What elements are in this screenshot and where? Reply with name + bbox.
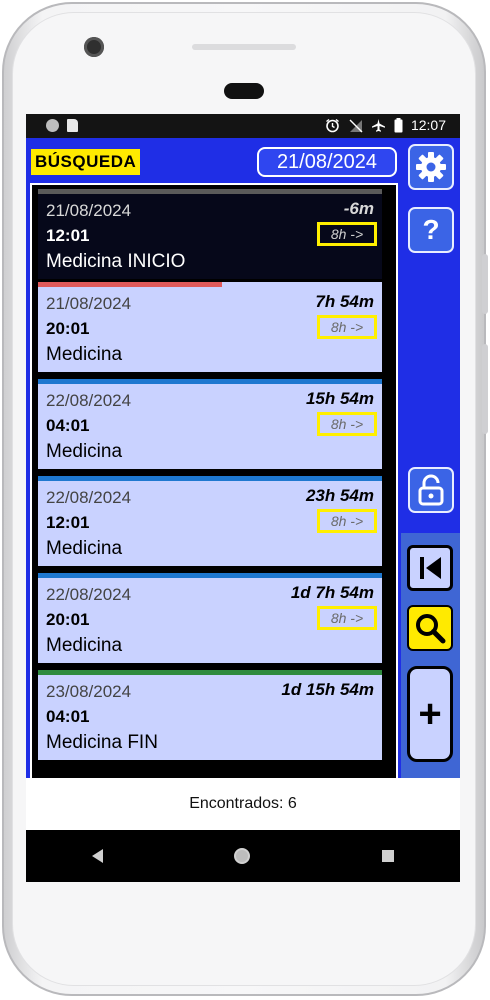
skip-first-icon [420,557,441,579]
recent-apps-icon[interactable] [382,850,395,862]
results-count: Encontrados: 6 [26,778,460,830]
entry-time: 04:01 [46,416,90,435]
settings-button[interactable] [408,144,454,190]
back-icon[interactable] [91,849,103,863]
lock-button[interactable] [408,467,454,513]
gear-icon [416,152,446,182]
entry-date: 22/08/2024 [46,488,132,507]
separator-bar [38,189,382,194]
sd-card-icon [67,119,78,132]
system-nav-bar [26,830,460,882]
entry-date: 21/08/2024 [46,201,132,220]
entry-name: Medicina [46,344,123,365]
entry-interval[interactable]: 8h -> [317,509,377,533]
entry-elapsed: -6m [343,199,374,218]
entry-date: 22/08/2024 [46,585,132,604]
entry-interval[interactable]: 8h -> [317,412,377,436]
entry-name: Medicina FIN [46,732,158,753]
entry-elapsed: 7h 54m [315,292,374,311]
home-icon[interactable] [234,848,251,864]
question-icon: ? [422,214,440,245]
plus-icon: + [418,691,442,736]
help-button[interactable]: ? [408,207,454,253]
separator-bar [38,573,382,578]
search-icon [416,614,446,644]
battery-icon [394,117,403,132]
entries-list[interactable]: 21/08/2024 12:01 Medicina INICIO -6m 8h … [30,183,398,778]
front-camera [84,37,104,57]
app-area: BÚSQUEDA 21/08/2024 ? + 21/08/2024 12:01… [26,138,460,778]
list-item[interactable]: 23/08/2024 04:01 Medicina FIN 1d 15h 54m [38,670,382,760]
add-entry-button[interactable]: + [407,666,453,762]
alarm-icon [326,118,339,132]
volume-button [482,254,488,314]
go-to-first-button[interactable] [407,545,453,591]
entry-date: 22/08/2024 [46,391,132,410]
separator-bar [38,476,382,481]
action-panel: + [401,533,460,778]
status-bar: 12:07 [26,114,460,138]
entry-name: Medicina [46,635,123,656]
separator-bar [38,670,382,675]
entry-time: 20:01 [46,319,90,338]
notification-dot-icon [46,119,59,132]
entry-name: Medicina [46,538,123,559]
entry-interval[interactable]: 8h -> [317,222,377,246]
entry-time: 20:01 [46,610,90,629]
entry-elapsed: 15h 54m [305,389,374,408]
status-time: 12:07 [410,117,446,133]
entry-date: 21/08/2024 [46,294,132,313]
page-title: BÚSQUEDA [31,149,141,175]
entry-elapsed: 23h 54m [305,486,374,505]
screen: 12:07 BÚSQUEDA 21/08/2024 ? + 21/08/2024… [26,114,460,882]
entry-time: 12:01 [46,513,90,532]
list-item[interactable]: 22/08/2024 04:01 Medicina 15h 54m 8h -> [38,379,382,469]
earpiece [224,83,264,99]
entry-elapsed: 1d 7h 54m [290,583,374,602]
date-selector[interactable]: 21/08/2024 [257,147,397,177]
search-button[interactable] [407,605,453,651]
airplane-icon [371,118,385,132]
top-speaker-grille [192,44,296,50]
entry-name: Medicina [46,441,123,462]
separator-bar [38,379,382,384]
entry-interval[interactable]: 8h -> [317,606,377,630]
no-signal-icon [349,119,363,132]
list-item[interactable]: 21/08/2024 12:01 Medicina INICIO -6m 8h … [38,189,382,279]
lock-icon [418,474,444,506]
progress-bar [38,282,222,287]
list-item[interactable]: 21/08/2024 20:01 Medicina 7h 54m 8h -> [38,282,382,372]
entry-time: 04:01 [46,707,90,726]
power-button [482,344,488,434]
entry-time: 12:01 [46,226,90,245]
entry-name: Medicina INICIO [46,251,186,272]
list-item[interactable]: 22/08/2024 12:01 Medicina 23h 54m 8h -> [38,476,382,566]
entry-date: 23/08/2024 [46,682,132,701]
entry-interval[interactable]: 8h -> [317,315,377,339]
list-item[interactable]: 22/08/2024 20:01 Medicina 1d 7h 54m 8h -… [38,573,382,663]
entry-elapsed: 1d 15h 54m [281,680,374,699]
